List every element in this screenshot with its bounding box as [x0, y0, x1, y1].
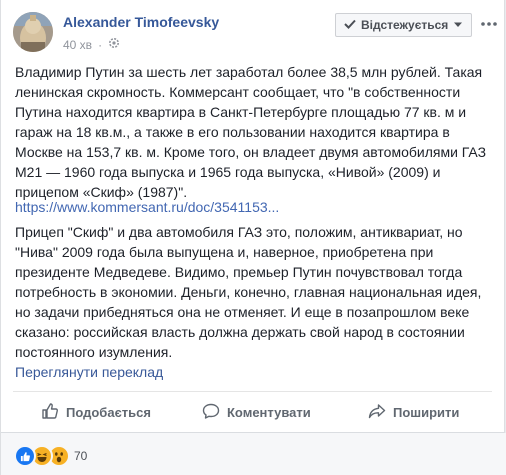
like-icon: [14, 445, 36, 467]
share-button[interactable]: Поширити: [368, 393, 459, 431]
post-meta: 40 хв ·: [63, 37, 120, 52]
follow-button[interactable]: Відстежується: [335, 13, 473, 37]
thumbs-up-icon: [41, 402, 59, 423]
author-avatar[interactable]: [13, 12, 53, 52]
comment-button[interactable]: Коментувати: [202, 393, 311, 431]
share-label: Поширити: [393, 404, 460, 420]
like-label: Подобається: [66, 404, 151, 420]
meta-separator: ·: [98, 37, 103, 52]
comment-label: Коментувати: [227, 404, 311, 420]
see-translation-link[interactable]: Переглянути переклад: [15, 364, 163, 380]
post-time[interactable]: 40 хв: [63, 38, 92, 52]
author-name[interactable]: Alexander Timofeevsky: [63, 14, 219, 30]
share-arrow-icon: [368, 402, 386, 423]
post-card: Alexander Timofeevsky 40 хв · Відстежуєт…: [0, 0, 506, 475]
post-paragraph-1: Владимир Путин за шесть лет заработал бо…: [15, 64, 487, 200]
post-paragraph-2: Прицеп "Скиф" и два автомобиля ГАЗ это, …: [15, 224, 482, 360]
more-options-button[interactable]: [479, 16, 499, 32]
divider: [13, 391, 492, 392]
article-link[interactable]: https://www.kommersant.ru/doc/3541153...: [15, 199, 279, 215]
ellipsis-icon: [481, 22, 497, 26]
reactions-bar: 70: [1, 433, 506, 475]
action-bar: Подобається Коментувати Поширити: [1, 393, 506, 431]
reaction-count[interactable]: 70: [74, 449, 87, 463]
reactions-summary[interactable]: 70: [14, 445, 87, 467]
follow-label: Відстежується: [361, 18, 449, 32]
chevron-down-icon: [453, 18, 463, 32]
like-button[interactable]: Подобається: [41, 393, 151, 431]
gear-icon[interactable]: [108, 37, 120, 52]
post-text: Владимир Путин за шесть лет заработал бо…: [15, 62, 497, 202]
checkmark-icon: [344, 18, 356, 32]
speech-bubble-icon: [202, 402, 220, 423]
